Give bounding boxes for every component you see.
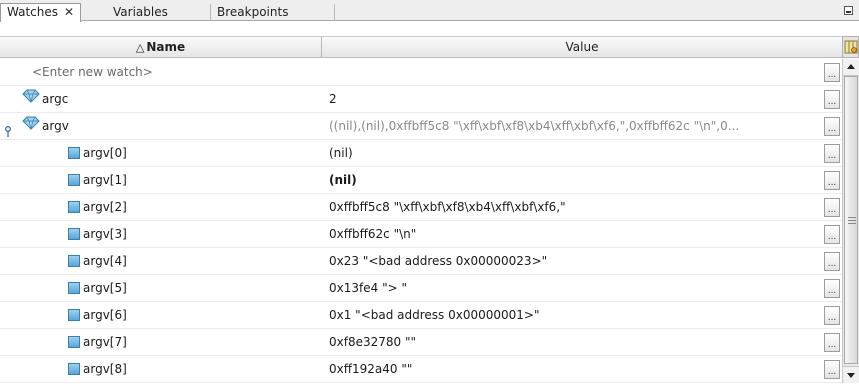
name-cell: argv[5] [0, 275, 322, 302]
value-cell: 0xffbff62c "\n" [329, 227, 417, 241]
edit-value-button[interactable]: ... [824, 90, 840, 109]
edit-value-button[interactable]: ... [824, 306, 840, 325]
tab-variables[interactable]: Variables [107, 4, 211, 21]
grip-line [848, 217, 856, 218]
sort-ascending-icon: △ [135, 41, 145, 54]
name-cell: argv[1] [0, 167, 322, 194]
value-cell: ((nil),(nil),0xffbff5c8 "\xff\xbf\xf8\xb… [329, 119, 740, 133]
field-square-icon [68, 308, 80, 321]
new-watch-cell[interactable]: <Enter new watch> [0, 59, 322, 86]
column-chooser-icon [844, 40, 858, 54]
watch-diamond-icon [22, 113, 40, 140]
tab-breakpoints-label: Breakpoints [217, 5, 289, 19]
row-name: argv[1] [83, 173, 127, 187]
table-row[interactable]: argv[1] (nil) ... [0, 167, 842, 194]
edit-value-button[interactable]: ... [824, 198, 840, 217]
value-cell: 0x13fe4 "> " [329, 281, 407, 295]
row-name: argv[7] [83, 335, 127, 349]
table-row[interactable]: argv[5] 0x13fe4 "> " ... [0, 275, 842, 302]
row-name: argv[2] [83, 200, 127, 214]
name-cell: argv [0, 113, 322, 140]
name-cell: argv[0] [0, 140, 322, 167]
scroll-down-button[interactable] [843, 366, 859, 383]
row-name: argv[6] [83, 308, 127, 322]
table-row[interactable]: argv[3] 0xffbff62c "\n" ... [0, 221, 842, 248]
new-watch-row[interactable]: <Enter new watch> ... [0, 59, 842, 86]
table-row[interactable]: argv ((nil),(nil),0xffbff5c8 "\xff\xbf\x… [0, 113, 842, 140]
field-square-icon [68, 335, 80, 348]
row-name: argv[0] [83, 146, 127, 160]
name-cell: argv[4] [0, 248, 322, 275]
minimize-icon[interactable] [844, 6, 853, 15]
row-name: argc [42, 92, 69, 106]
table-row[interactable]: argv[4] 0x23 "<bad address 0x00000023>" … [0, 248, 842, 275]
field-square-icon [68, 173, 80, 186]
table-row[interactable]: argv[7] 0xf8e32780 "" ... [0, 329, 842, 356]
edit-value-button[interactable]: ... [824, 360, 840, 379]
field-square-icon [68, 200, 80, 213]
value-cell: 2 [329, 92, 337, 106]
table-row[interactable]: argv[6] 0x1 "<bad address 0x00000001>" .… [0, 302, 842, 329]
value-cell [322, 59, 842, 86]
tab-breakpoints[interactable]: Breakpoints [211, 4, 335, 21]
field-square-icon [68, 254, 80, 267]
tab-strip: Watches ✕ Variables Breakpoints [0, 0, 859, 22]
scroll-up-button[interactable] [843, 59, 859, 76]
name-cell: argv[7] [0, 329, 322, 356]
name-cell: argv[3] [0, 221, 322, 248]
arrow-up-icon [847, 64, 855, 69]
edit-value-button[interactable]: ... [824, 252, 840, 271]
value-cell: 0xff192a40 "" [329, 362, 413, 376]
edit-value-button[interactable]: ... [824, 144, 840, 163]
row-name: argv[4] [83, 254, 127, 268]
value-cell: 0x23 "<bad address 0x00000023>" [329, 254, 548, 268]
new-watch-placeholder[interactable]: <Enter new watch> [32, 65, 153, 79]
edit-value-button[interactable]: ... [824, 171, 840, 190]
column-header-value-label: Value [565, 40, 599, 54]
value-cell: 0xffbff5c8 "\xff\xbf\xf8\xb4\xff\xbf\xf6… [329, 200, 566, 214]
value-cell: (nil) [329, 173, 357, 187]
edit-value-button[interactable]: ... [824, 63, 840, 82]
grip-line [848, 220, 856, 221]
edit-value-button[interactable]: ... [824, 279, 840, 298]
field-square-icon [68, 281, 80, 294]
close-icon[interactable]: ✕ [64, 5, 74, 19]
row-name: argv[8] [83, 362, 127, 376]
value-cell: 0xf8e32780 "" [329, 335, 417, 349]
column-chooser-button[interactable] [842, 36, 859, 58]
column-header-name[interactable]: △ Name [0, 37, 322, 57]
row-name: argv[5] [83, 281, 127, 295]
table-header: △ Name Value [0, 36, 842, 58]
edit-value-button[interactable]: ... [824, 117, 840, 136]
collapse-toggle-icon[interactable] [4, 121, 12, 140]
table-row[interactable]: argv[8] 0xff192a40 "" ... [0, 356, 842, 383]
field-square-icon [68, 227, 80, 240]
name-cell: argv[8] [0, 356, 322, 383]
column-header-name-label: Name [146, 40, 186, 54]
edit-value-button[interactable]: ... [824, 225, 840, 244]
edit-value-button[interactable]: ... [824, 333, 840, 352]
field-square-icon [68, 146, 80, 159]
row-name: argv [42, 119, 69, 133]
arrow-down-icon [847, 373, 855, 378]
vertical-scrollbar[interactable] [842, 59, 859, 383]
column-header-value[interactable]: Value [322, 37, 842, 57]
tab-watches-label: Watches [7, 5, 58, 19]
value-cell: (nil) [329, 146, 353, 160]
value-cell: 0x1 "<bad address 0x00000001>" [329, 308, 540, 322]
grip-line [848, 223, 856, 224]
name-cell: argc [0, 86, 322, 113]
name-cell: argv[2] [0, 194, 322, 221]
table-row[interactable]: argv[0] (nil) ... [0, 140, 842, 167]
watches-table: <Enter new watch> ... argc 2 ... argv ((… [0, 59, 842, 383]
watch-diamond-icon [22, 86, 40, 113]
tab-variables-label: Variables [113, 5, 168, 19]
table-row[interactable]: argv[2] 0xffbff5c8 "\xff\xbf\xf8\xb4\xff… [0, 194, 842, 221]
field-square-icon [68, 362, 80, 375]
row-name: argv[3] [83, 227, 127, 241]
tab-watches[interactable]: Watches ✕ [0, 3, 82, 22]
name-cell: argv[6] [0, 302, 322, 329]
table-row[interactable]: argc 2 ... [0, 86, 842, 113]
scrollbar-thumb[interactable] [844, 76, 858, 364]
